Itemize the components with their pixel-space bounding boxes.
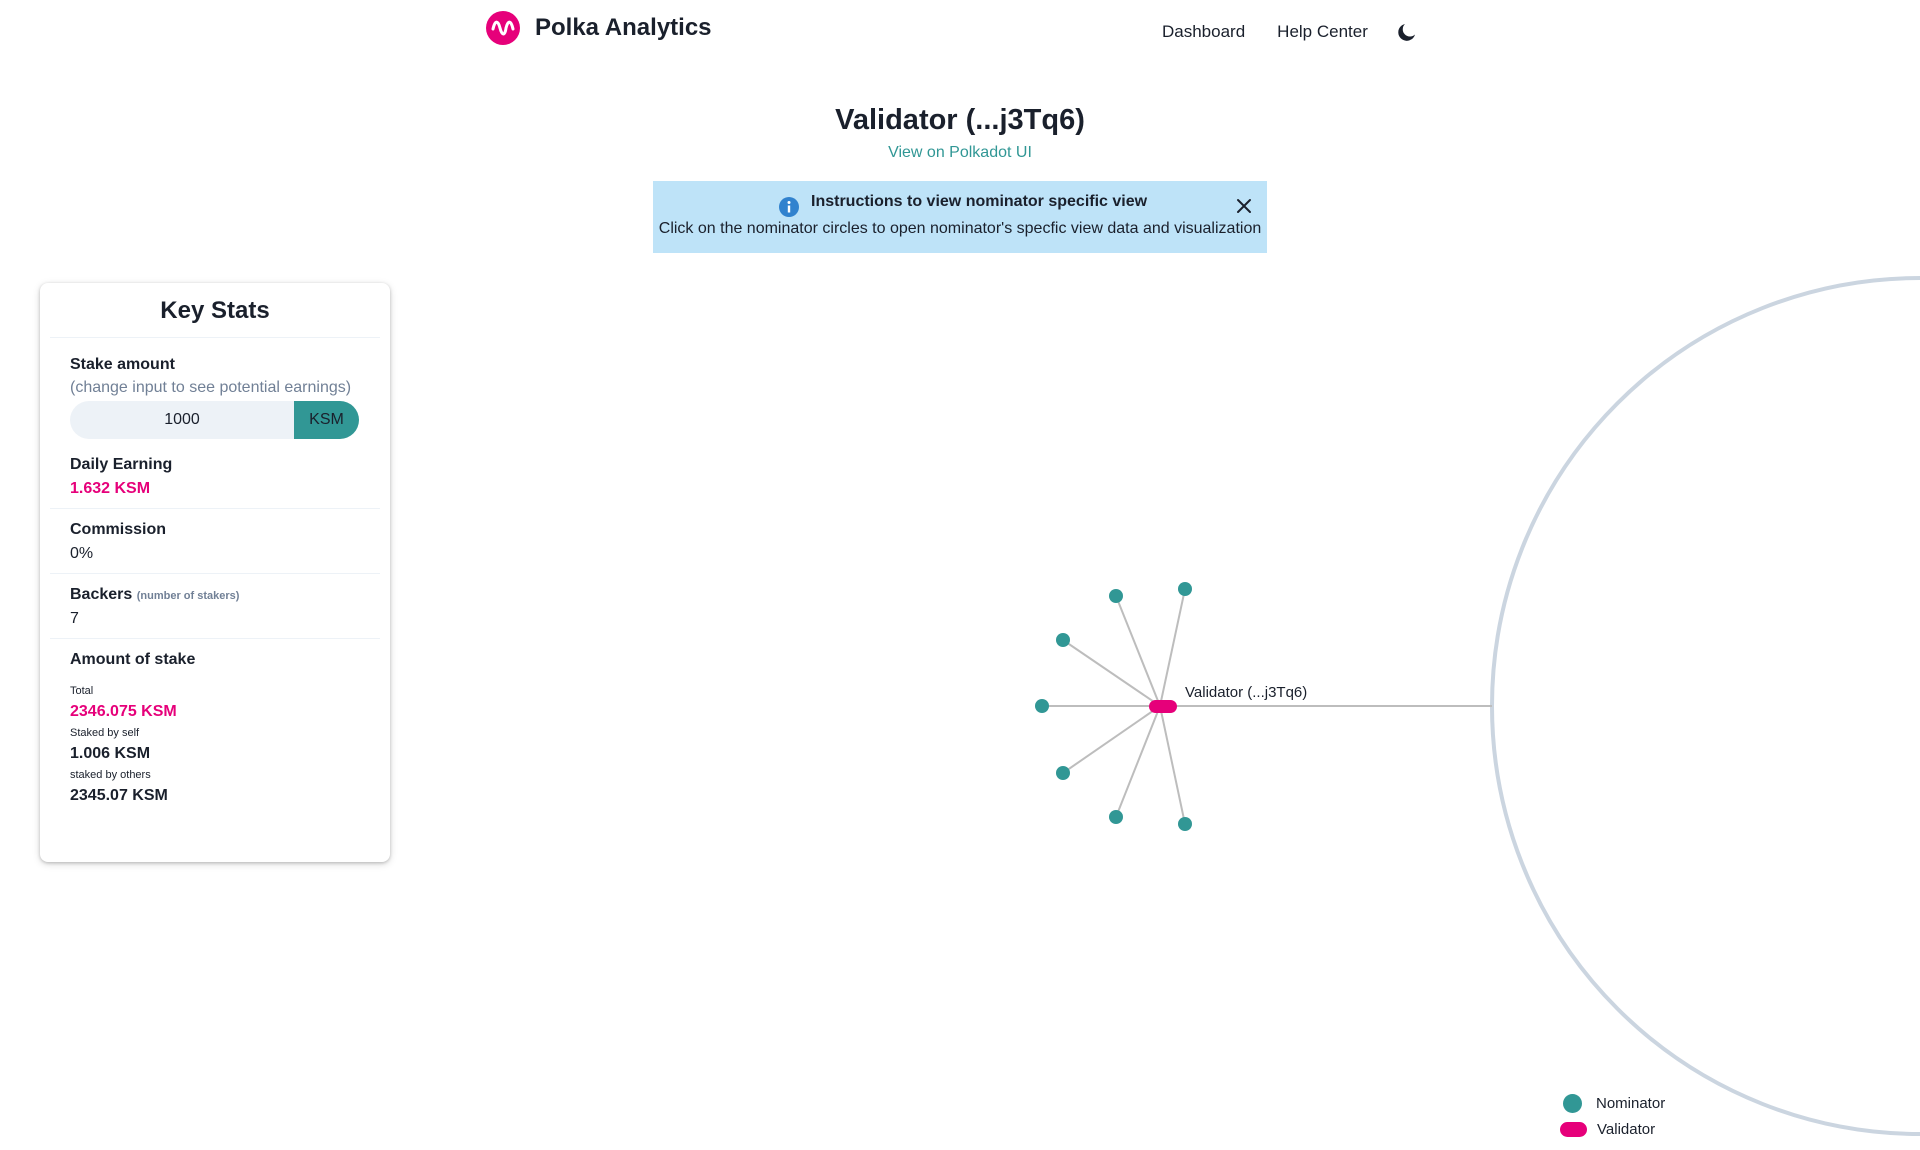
validator-swatch [1560,1121,1587,1137]
nominator-node[interactable] [1035,699,1049,713]
key-stats-title: Key Stats [160,297,270,324]
nominator-edge [1062,705,1161,774]
total-stake-label: Total [70,685,94,697]
alert-description: Click on the nominator circles to open n… [658,220,1262,237]
legend-validator-label: Validator [1597,1120,1656,1138]
others-stake-label: staked by others [70,769,151,781]
nav-dashboard[interactable]: Dashboard [1162,22,1245,42]
legend-validator: Validator [1560,1116,1665,1142]
nominator-node[interactable] [1109,589,1123,603]
backers-label: Backers (number of stakers) [70,586,239,604]
divider [50,573,380,574]
key-stats-card: Key Stats Stake amount (change input to … [40,283,390,862]
nominator-node[interactable] [1109,810,1123,824]
backers-hint: (number of stakers) [136,590,240,602]
total-stake-value: 2346.075 KSM [70,703,177,720]
nominator-edge [1115,705,1161,818]
others-stake-value: 2345.07 KSM [70,787,168,804]
daily-earning-value: 1.632 KSM [70,480,151,497]
commission-value: 0% [70,545,94,562]
nominator-swatch [1563,1093,1582,1113]
stake-input-group: KSM [70,401,359,439]
nominator-edge [1159,588,1186,707]
divider [50,508,380,509]
validator-ring [1490,276,1920,1136]
backers-label-text: Backers [70,586,133,603]
polka-logo-icon [486,11,520,45]
brand[interactable]: Polka Analytics [486,11,712,45]
stake-amount-hint: (change input to see potential earnings) [70,379,352,396]
daily-earning-label: Daily Earning [70,456,173,473]
nominator-node[interactable] [1178,817,1192,831]
alert-title: Instructions to view nominator specific … [811,193,1148,210]
stake-amount-input[interactable] [70,401,294,439]
info-icon [779,197,799,217]
nominator-node[interactable] [1056,766,1070,780]
stake-unit: KSM [294,401,359,439]
nominator-edge [1062,639,1161,707]
nominator-edge [1115,595,1161,707]
validator-node[interactable] [1149,700,1177,713]
moon-icon[interactable] [1395,20,1419,44]
self-stake-label: Staked by self [70,727,140,739]
commission-label: Commission [70,521,167,538]
brand-name: Polka Analytics [535,14,712,41]
page-title: Validator (...j3Tq6) [835,104,1085,136]
nominator-edge [1159,705,1186,825]
divider [50,638,380,639]
nominator-node[interactable] [1056,633,1070,647]
validator-node-label: Validator (...j3Tq6) [1185,684,1307,701]
instructions-alert: Instructions to view nominator specific … [653,181,1267,253]
divider [50,337,380,338]
graph-legend: Nominator Validator [1560,1090,1665,1142]
self-stake-value: 1.006 KSM [70,745,151,762]
header: Polka Analytics Dashboard Help Center [0,0,1920,60]
legend-nominator: Nominator [1560,1090,1665,1116]
legend-nominator-label: Nominator [1596,1094,1666,1112]
close-icon[interactable] [1235,197,1253,215]
nominator-node[interactable] [1178,582,1192,596]
view-on-polkadot-link[interactable]: View on Polkadot UI [888,144,1032,162]
title-block: Validator (...j3Tq6) View on Polkadot UI [0,100,1920,162]
amount-of-stake-label: Amount of stake [70,651,196,668]
stake-amount-label: Stake amount [70,356,175,373]
backers-value: 7 [70,610,79,627]
nav-help-center[interactable]: Help Center [1277,22,1368,42]
nav: Dashboard Help Center [1162,22,1400,42]
